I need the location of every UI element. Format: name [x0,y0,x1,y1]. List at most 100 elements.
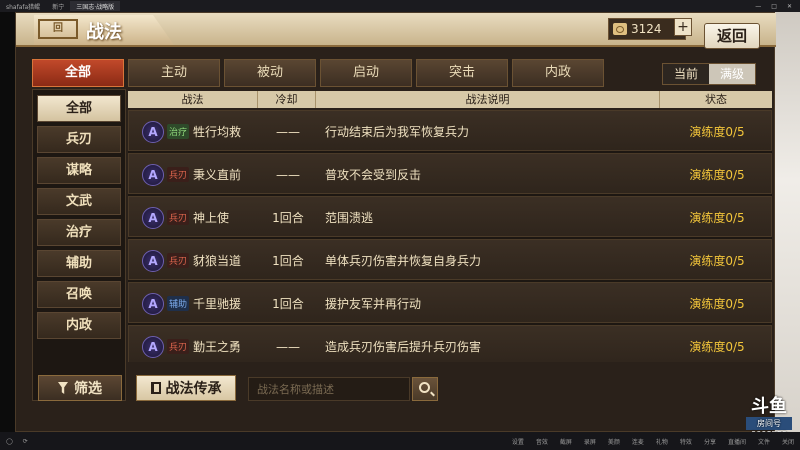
rank-icon: A [142,249,164,272]
rank-icon: A [142,335,164,358]
toolbar-item[interactable]: 礼物 [656,437,668,446]
toolbar-item[interactable]: 音效 [536,437,548,446]
search-input[interactable] [248,377,410,401]
skill-name: 牲行均救 [193,125,242,139]
description-cell: 造成兵刃伤害后提升兵刃伤害 [325,340,482,354]
funnel-icon [58,382,68,394]
status-cell: 演练度0/5 [689,340,745,354]
description-cell: 援护友军并再行动 [325,297,422,311]
filter-all[interactable]: 全部 [37,95,121,122]
filter-weapon[interactable]: 兵刃 [37,126,121,153]
toolbar-item[interactable]: 特效 [680,437,692,446]
toolbar-item[interactable]: 连麦 [632,437,644,446]
toolbar-item[interactable]: 关闭 [782,437,794,446]
filter-assist[interactable]: 辅助 [37,250,121,277]
table-row[interactable]: A 辅助 千里驰援 1回合 援护友军并再行动 演练度0/5 [128,282,772,323]
skill-name: 勤王之勇 [193,340,242,354]
close-icon[interactable]: ✕ [787,3,792,10]
browser-tab-label: shafafa猎鲲 [6,3,41,11]
toolbar-item[interactable]: 美颜 [608,437,620,446]
toolbar-item[interactable]: 文件 [758,437,770,446]
cooldown-cell: —— [276,167,300,182]
minimize-icon[interactable]: — [755,3,761,10]
refresh-icon[interactable]: ⟳ [23,438,28,445]
filter-summon[interactable]: 召唤 [37,281,121,308]
add-currency-button[interactable]: + [674,18,692,36]
tab-internal[interactable]: 内政 [512,59,604,87]
cooldown-cell: 1回合 [272,211,304,225]
table-row[interactable]: A 治疗 牲行均救 —— 行动结束后为我军恢复兵力 演练度0/5 [128,110,772,151]
current-level-button[interactable]: 当前 [663,64,709,84]
filter-strategy[interactable]: 谋略 [37,157,121,184]
column-header-skill: 战法 [128,91,258,108]
table-row[interactable]: A 兵刃 秉义直前 —— 普攻不会受到反击 演练度0/5 [128,153,772,194]
table-row[interactable]: A 兵刃 勤王之勇 —— 造成兵刃伤害后提升兵刃伤害 演练度0/5 [128,325,772,362]
app-menu-icon[interactable]: ◯ [6,438,13,445]
left-backdrop [0,12,15,432]
column-header-status: 状态 [705,93,727,106]
toolbar-actions: 设置 音效 截屏 录屏 美颜 连麦 礼物 特效 分享 直播间 文件 关闭 [512,437,794,446]
tab-passive[interactable]: 被动 [224,59,316,87]
skill-inherit-label: 战法传承 [165,381,222,397]
page-title: 战法 [86,22,122,43]
skill-inherit-button[interactable]: 战法传承 [136,375,236,401]
skill-cell: A 兵刃 勤王之勇 [129,326,259,362]
description-cell: 行动结束后为我军恢复兵力 [325,125,470,139]
browser-tab[interactable]: shafafa猎鲲 [0,1,46,11]
stream-toolbar: ◯ ⟳ 设置 音效 截屏 录屏 美颜 连麦 礼物 特效 分享 直播间 文件 关闭 [0,432,800,450]
max-level-button[interactable]: 满级 [709,64,755,84]
filter-internal[interactable]: 内政 [37,312,121,339]
toolbar-item[interactable]: 录屏 [584,437,596,446]
rank-icon: A [142,206,164,229]
toolbar-item[interactable]: 截屏 [560,437,572,446]
toolbar-item[interactable]: 设置 [512,437,524,446]
table-row[interactable]: A 兵刃 神上使 1回合 范围溃逃 演练度0/5 [128,196,772,237]
watermark-logo: 斗鱼 [751,396,787,417]
currency-icon [613,23,627,35]
status-cell: 演练度0/5 [689,254,745,268]
skill-cell: A 兵刃 豺狼当道 [129,240,259,281]
filter-heal[interactable]: 治疗 [37,219,121,246]
type-filter-panel: 全部 兵刃 谋略 文武 治疗 辅助 召唤 内政 [32,89,126,401]
skill-cell: A 兵刃 秉义直前 [129,154,259,195]
cooldown-cell: 1回合 [272,297,304,311]
skill-type-tag: 兵刃 [167,167,190,182]
skill-type-tag: 辅助 [167,296,190,311]
browser-tab-label: 三国志·战略版 [76,3,115,11]
skill-cell: A 治疗 牲行均救 [129,111,259,152]
toolbar-item[interactable]: 分享 [704,437,716,446]
toolbar-item[interactable]: 直播间 [728,437,746,446]
browser-tab-label: 新宁 [52,3,65,11]
title-logo-icon: 回 [38,19,78,39]
search-icon [419,382,430,393]
tab-all[interactable]: 全部 [32,59,124,87]
description-cell: 范围溃逃 [325,211,374,225]
filter-civil-military[interactable]: 文武 [37,188,121,215]
tab-active[interactable]: 主动 [128,59,220,87]
status-cell: 演练度0/5 [689,211,745,225]
skill-cell: A 兵刃 神上使 [129,197,259,238]
skill-list: A 治疗 牲行均救 —— 行动结束后为我军恢复兵力 演练度0/5 A 兵刃 秉义直前 —— 普攻不会… [128,110,772,362]
browser-tab-bar: shafafa猎鲲 新宁 三国志·战略版 — □ ✕ [0,0,800,12]
filter-button-label: 筛选 [74,381,102,397]
book-icon [150,382,161,394]
category-tabs: 全部 主动 被动 启动 突击 内政 [32,59,604,87]
filter-button[interactable]: 筛选 [38,375,122,401]
game-window: 回 战法 3124 + 返回 全部 主动 被动 启动 突击 内政 当前 满级 全… [15,12,776,432]
window-controls: — □ ✕ [755,3,800,10]
skill-name: 神上使 [193,211,230,225]
search-button[interactable] [412,377,438,401]
column-header-description: 战法说明 [316,91,660,108]
cooldown-cell: —— [276,339,300,354]
tab-assault[interactable]: 突击 [416,59,508,87]
rank-icon: A [142,163,164,186]
table-row[interactable]: A 兵刃 豺狼当道 1回合 单体兵刃伤害并恢复自身兵力 演练度0/5 [128,239,772,280]
maximize-icon[interactable]: □ [771,3,777,10]
tab-trigger[interactable]: 启动 [320,59,412,87]
back-button[interactable]: 返回 [704,23,760,49]
skill-type-tag: 治疗 [167,124,190,139]
rank-icon: A [142,292,164,315]
currency-amount: 3124 [631,22,662,36]
browser-tab[interactable]: 新宁 [46,1,70,11]
browser-tab-active[interactable]: 三国志·战略版 [70,1,121,11]
